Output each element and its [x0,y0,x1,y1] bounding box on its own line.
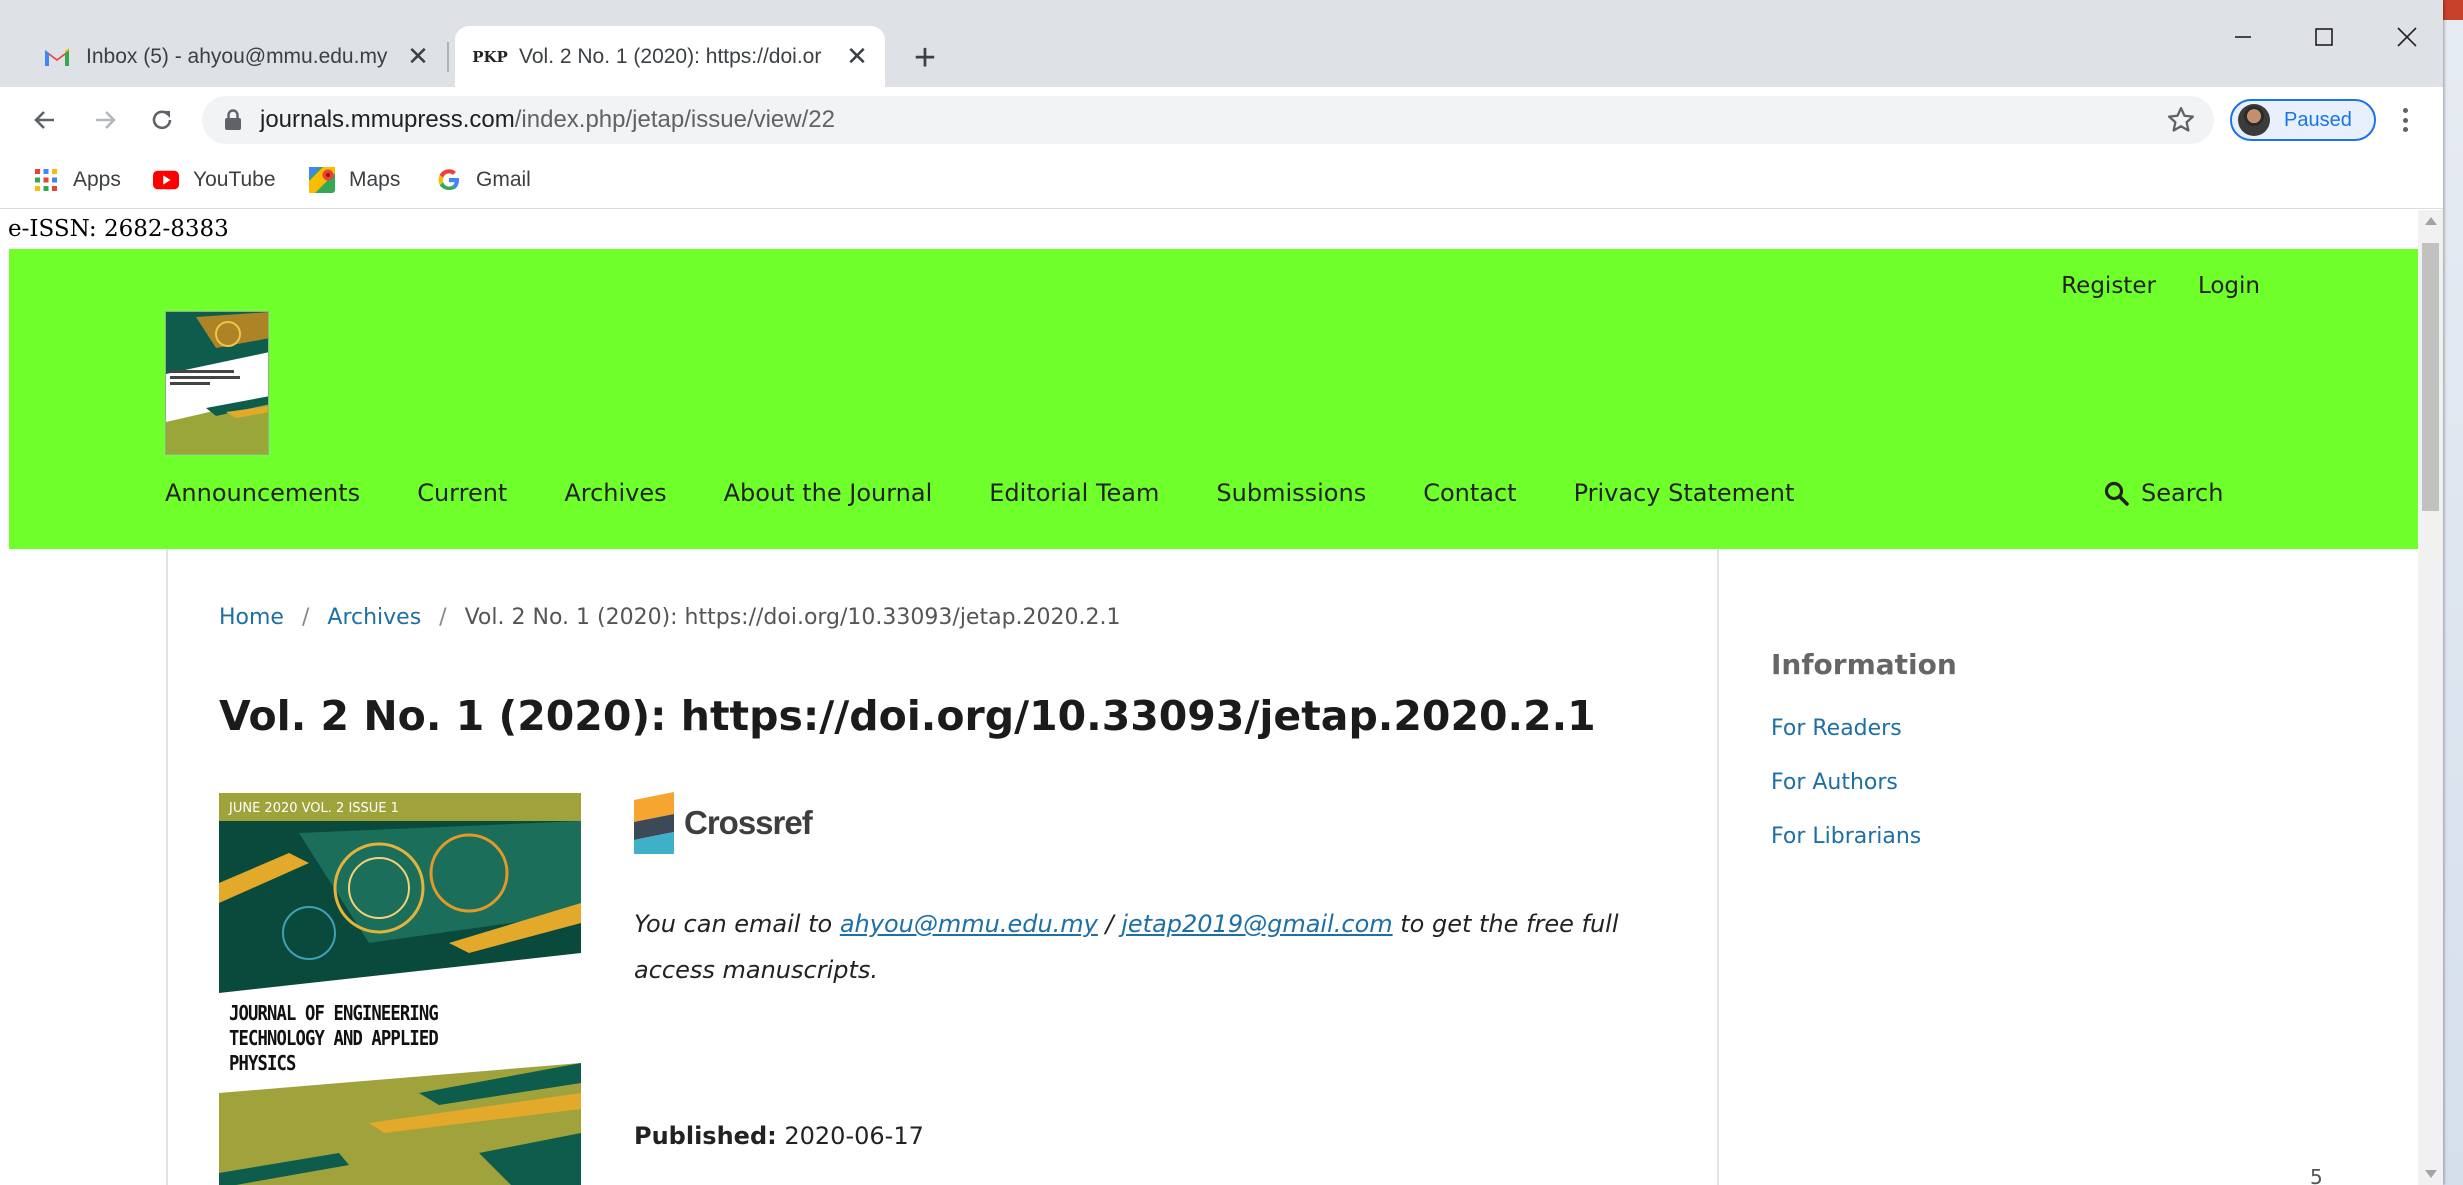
forward-icon[interactable] [82,97,128,143]
published-label: Published: [634,1122,777,1150]
issn-text: e-ISSN: 2682-8383 [8,216,229,242]
breadcrumb-current: Vol. 2 No. 1 (2020): https://doi.org/10.… [464,605,1121,630]
bookmark-label: Gmail [476,168,531,191]
tab-strip: Inbox (5) - ahyou@mmu.edu.my ✕ PKP Vol. … [0,0,2443,87]
search-label: Search [2141,479,2224,507]
minimize-icon[interactable] [2208,14,2278,60]
journal-logo[interactable] [165,311,269,455]
email-note-separator: / [1097,910,1122,938]
nav-announcements[interactable]: Announcements [165,479,360,507]
sidebar-link-for-librarians[interactable]: For Librarians [1771,824,1921,849]
published-value: 2020-06-17 [784,1122,924,1150]
new-tab-button[interactable]: + [905,37,945,79]
user-links: Register Login [2061,273,2260,299]
scrollbar-thumb[interactable] [2422,243,2439,511]
reload-icon[interactable] [139,97,185,143]
bookmark-youtube[interactable]: YouTube [153,163,276,197]
close-icon[interactable]: ✕ [843,41,871,71]
email-link-ahyou[interactable]: ahyou@mmu.edu.my [840,910,1098,938]
cover-banner: JUNE 2020 VOL. 2 ISSUE 1 [229,801,399,816]
content-divider [166,549,168,1185]
nav-archives[interactable]: Archives [564,479,666,507]
url-domain: journals.mmupress.com [260,106,515,133]
close-icon[interactable]: ✕ [404,41,432,71]
url-text: journals.mmupress.com/index.php/jetap/is… [260,106,835,134]
breadcrumb: Home / Archives / Vol. 2 No. 1 (2020): https… [219,605,1121,630]
pkp-icon: PKP [472,47,508,66]
google-icon [436,167,462,193]
breadcrumb-home[interactable]: Home [219,605,284,630]
tab-title: Vol. 2 No. 1 (2020): https://doi.or [519,44,822,68]
tab-journal-issue[interactable]: PKP Vol. 2 No. 1 (2020): https://doi.or … [455,26,885,87]
desktop-background-edge [2440,0,2463,1185]
apps-grid-icon [33,167,59,193]
page-viewport: e-ISSN: 2682-8383 Register Login Announc… [0,210,2443,1185]
sidebar-divider [1717,549,1719,1185]
avatar [2238,104,2270,136]
page-title: Vol. 2 No. 1 (2020): https://doi.org/10.… [219,692,1596,740]
scroll-down-icon[interactable] [2418,1163,2443,1185]
close-window-icon[interactable] [2372,14,2442,60]
url-path: /index.php/jetap/issue/view/22 [514,106,835,133]
issue-cover-image[interactable]: JUNE 2020 VOL. 2 ISSUE 1 JOURNAL OF ENGI… [219,793,581,1185]
crossref-logo[interactable]: Crossref [634,792,813,854]
bookmarks-bar: Apps YouTube Maps Gmail [0,153,2443,209]
cover-journal-title: JOURNAL OF ENGINEERING TECHNOLOGY AND AP… [229,1001,439,1076]
back-icon[interactable] [22,97,68,143]
profile-status: Paused [2284,108,2352,131]
cover-title-line: JOURNAL OF ENGINEERING [229,1001,439,1025]
tab-separator [447,42,449,72]
nav-submissions[interactable]: Submissions [1216,479,1366,507]
cover-title-line: PHYSICS [229,1051,296,1075]
browser-window: Inbox (5) - ahyou@mmu.edu.my ✕ PKP Vol. … [0,0,2443,1185]
site-header: Register Login Announcements Current Arc… [9,249,2418,549]
scroll-up-icon[interactable] [2418,210,2443,232]
bookmark-apps[interactable]: Apps [33,163,121,197]
email-note-prefix: You can email to [634,910,840,938]
bookmark-label: Apps [73,168,121,191]
bookmark-label: Maps [349,168,401,191]
profile-button[interactable]: Paused [2230,99,2376,141]
breadcrumb-archives[interactable]: Archives [327,605,421,630]
maps-icon [309,167,335,193]
breadcrumb-separator: / [301,605,310,630]
sidebar-information-title: Information [1771,648,1957,681]
vertical-scrollbar[interactable] [2418,210,2443,1185]
bookmark-star-icon[interactable] [2166,105,2196,140]
primary-nav: Announcements Current Archives About the… [165,479,1851,507]
published-date: Published: 2020-06-17 [634,1122,924,1150]
tab-title: Inbox (5) - ahyou@mmu.edu.my [86,44,388,68]
email-note: You can email to ahyou@mmu.edu.my / jeta… [634,901,1674,993]
page-number: 5 [2310,1165,2323,1185]
address-bar[interactable]: journals.mmupress.com/index.php/jetap/is… [202,96,2214,144]
email-link-jetap[interactable]: jetap2019@gmail.com [1121,910,1392,938]
nav-editorial-team[interactable]: Editorial Team [989,479,1159,507]
cover-title-line: TECHNOLOGY AND APPLIED [229,1026,439,1050]
browser-toolbar: journals.mmupress.com/index.php/jetap/is… [0,87,2443,153]
bookmark-label: YouTube [193,168,276,191]
search-link[interactable]: Search [2103,479,2223,507]
sidebar-link-for-authors[interactable]: For Authors [1771,770,1898,795]
lock-icon[interactable] [224,109,242,131]
bookmark-gmail[interactable]: Gmail [436,163,531,197]
tab-gmail-inbox[interactable]: Inbox (5) - ahyou@mmu.edu.my ✕ [22,26,446,87]
nav-about-the-journal[interactable]: About the Journal [724,479,933,507]
nav-privacy-statement[interactable]: Privacy Statement [1574,479,1795,507]
bookmark-maps[interactable]: Maps [309,163,400,197]
search-icon [2103,480,2129,506]
nav-contact[interactable]: Contact [1423,479,1516,507]
browser-menu-icon[interactable] [2390,105,2420,135]
login-link[interactable]: Login [2198,273,2260,299]
nav-current[interactable]: Current [417,479,507,507]
crossref-icon [634,792,674,854]
youtube-icon [153,167,179,193]
crossref-label: Crossref [684,804,813,841]
breadcrumb-separator: / [439,605,447,630]
register-link[interactable]: Register [2061,273,2156,299]
sidebar-link-for-readers[interactable]: For Readers [1771,716,1902,741]
maximize-icon[interactable] [2289,14,2359,60]
gmail-icon [42,42,72,72]
